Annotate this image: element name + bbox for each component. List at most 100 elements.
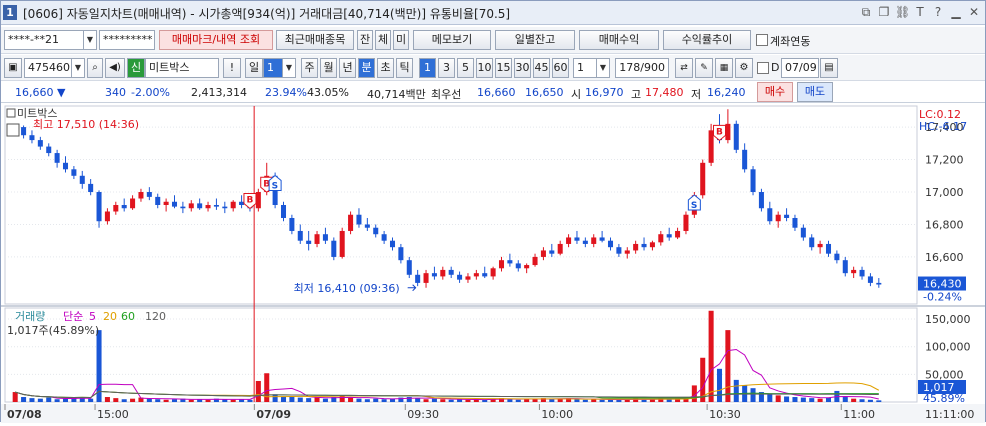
chart-area[interactable]: 17,400 17,200 17,000 16,800 16,600 LC:0.12 HC:… [1, 104, 985, 423]
date-checkbox[interactable] [757, 62, 769, 74]
candle-body [658, 234, 664, 243]
memo-button[interactable]: 메모보기 [413, 30, 491, 50]
interval-tab-0[interactable]: 1 [419, 58, 436, 78]
account-dropdown[interactable]: ▼ [83, 30, 97, 50]
chart-canvas[interactable]: 17,40017,20017,00016,80016,600LC:0.12HC:… [1, 104, 985, 423]
candle-body [213, 205, 219, 207]
hc-label: HC:-6.17 [919, 120, 967, 133]
window-title: [0606] 자동일지차트(매매내역) - 시가총액[934(억)] 거래대금[… [23, 7, 511, 21]
minimize-icon[interactable]: ▁ [949, 4, 963, 20]
trade-profit-button[interactable]: 매매수익 [579, 30, 659, 50]
volume-bar [289, 397, 295, 402]
interval-tab-1[interactable]: 3 [438, 58, 455, 78]
period-value[interactable]: 1 [263, 58, 283, 78]
text-icon[interactable]: T [913, 4, 927, 20]
date-input[interactable]: 07/09 [781, 58, 819, 78]
account-input[interactable]: ****-**21 [4, 30, 84, 50]
candle-body [750, 169, 756, 193]
candle-body [230, 201, 236, 209]
candle-body [800, 227, 806, 238]
period-tab-3[interactable]: 분 [358, 58, 375, 78]
profit-trend-button[interactable]: 수익률추이 [663, 30, 751, 50]
volume-bar [364, 399, 370, 402]
executed-button[interactable]: 체 [375, 30, 391, 50]
volume-bar [708, 310, 714, 402]
window-number-badge[interactable]: 1 [3, 5, 17, 20]
candle-body [197, 203, 203, 209]
pin-icon[interactable]: ✎ [695, 58, 713, 78]
volume-bar [800, 397, 806, 402]
candle-body [457, 274, 463, 280]
stock-label: 미트박스 [17, 107, 57, 120]
stock-search-icon[interactable]: ▣ [4, 58, 22, 78]
candle-body [557, 243, 563, 254]
time-tick-label: 10:30 [709, 408, 741, 421]
candle-body [415, 274, 421, 283]
interval-tab-3[interactable]: 10 [476, 58, 493, 78]
search-icon[interactable]: ⌕ [87, 58, 103, 78]
buy-button[interactable]: 매수 [757, 82, 793, 102]
candle-body [222, 206, 228, 209]
stock-code-dropdown[interactable]: ▼ [71, 58, 85, 78]
interval-tab-4[interactable]: 15 [495, 58, 512, 78]
volume-legend-label: 거래량 [15, 310, 45, 323]
recent-trade-button[interactable]: 최근매매종목 [276, 30, 354, 50]
period-tab-0[interactable]: 주 [301, 58, 318, 78]
custom-interval-input[interactable]: 1 [573, 58, 597, 78]
candle-body [817, 243, 823, 248]
restore-icon[interactable]: ⧉ [859, 4, 873, 20]
copy-icon[interactable]: ❐ [877, 4, 891, 20]
high-price: 17,480 [645, 86, 684, 99]
period-tab-2[interactable]: 년 [339, 58, 356, 78]
volume-bar [339, 395, 345, 402]
volume-bar [725, 330, 731, 402]
stock-name-field[interactable]: 미트박스 [145, 58, 219, 78]
period-tab-1[interactable]: 월 [320, 58, 337, 78]
candle-body [666, 234, 672, 238]
interval-tab-7[interactable]: 60 [552, 58, 569, 78]
grid-icon[interactable]: ▦ [715, 58, 733, 78]
title-bar: 1 [0606] 자동일지차트(매매내역) - 시가총액[934(억)] 거래대… [1, 1, 985, 25]
candle-body [834, 253, 840, 261]
balance-button[interactable]: 잔 [357, 30, 373, 50]
help-icon[interactable]: ? [931, 4, 945, 20]
interval-tab-2[interactable]: 5 [457, 58, 474, 78]
volume-legend-ma-0: 5 [89, 310, 96, 323]
title-icons: ⧉ ❐ ⛓ T ? ▁ ✕ [859, 4, 981, 20]
time-tick-label: 11:00 [843, 408, 875, 421]
volume-bar [440, 399, 446, 402]
period-label[interactable]: 일 [245, 58, 263, 78]
candle-body [37, 140, 43, 147]
period-dropdown[interactable]: ▼ [282, 58, 296, 78]
link-icon[interactable]: ⛓ [895, 4, 910, 20]
volume-bar [599, 399, 605, 402]
interval-tab-6[interactable]: 45 [533, 58, 550, 78]
count-field[interactable]: 178/900 [615, 58, 669, 78]
interval-tab-5[interactable]: 30 [514, 58, 531, 78]
password-input[interactable]: ********* [99, 30, 155, 50]
gear-icon[interactable]: ⚙ [735, 58, 753, 78]
account-link-checkbox[interactable] [756, 34, 768, 46]
candle-body [867, 276, 873, 283]
volume-bar [767, 393, 773, 402]
sell-button[interactable]: 매도 [797, 82, 833, 102]
daily-balance-button[interactable]: 일별잔고 [495, 30, 575, 50]
compare-icon[interactable]: ⇄ [675, 58, 693, 78]
volume-bar [230, 399, 236, 402]
close-icon[interactable]: ✕ [967, 4, 981, 20]
stock-code-input[interactable]: 475460 [24, 58, 72, 78]
period-tab-5[interactable]: 틱 [396, 58, 413, 78]
chart-window: 1 [0606] 자동일지차트(매매내역) - 시가총액[934(억)] 거래대… [0, 0, 986, 423]
last-price-label: 16,430 [923, 278, 962, 291]
candle-body [314, 234, 320, 244]
alert-button[interactable]: ! [223, 58, 241, 78]
period-tab-4[interactable]: 초 [377, 58, 394, 78]
calendar-icon[interactable]: ▤ [820, 58, 838, 78]
speaker-icon[interactable]: ◀) [105, 58, 125, 78]
candle-body [448, 269, 454, 275]
unexecuted-button[interactable]: 미 [393, 30, 409, 50]
custom-interval-dropdown[interactable]: ▼ [596, 58, 610, 78]
trade-mark-button[interactable]: 매매마크/내역 조회 [159, 30, 273, 50]
candle-body [431, 273, 437, 277]
volume-legend-ma-1: 20 [103, 310, 117, 323]
